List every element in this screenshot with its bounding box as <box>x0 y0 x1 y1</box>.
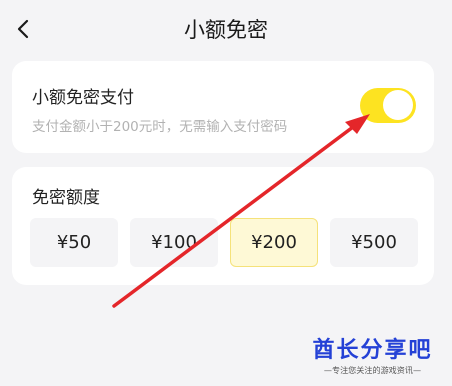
annotation-arrow <box>112 114 370 308</box>
watermark: 酋长分享吧 —专注您关注的游戏资讯— <box>300 337 445 377</box>
arrow-shaft <box>112 122 359 308</box>
watermark-brand: 酋长分享吧 <box>312 338 433 363</box>
watermark-slogan: —专注您关注的游戏资讯— <box>323 366 422 376</box>
